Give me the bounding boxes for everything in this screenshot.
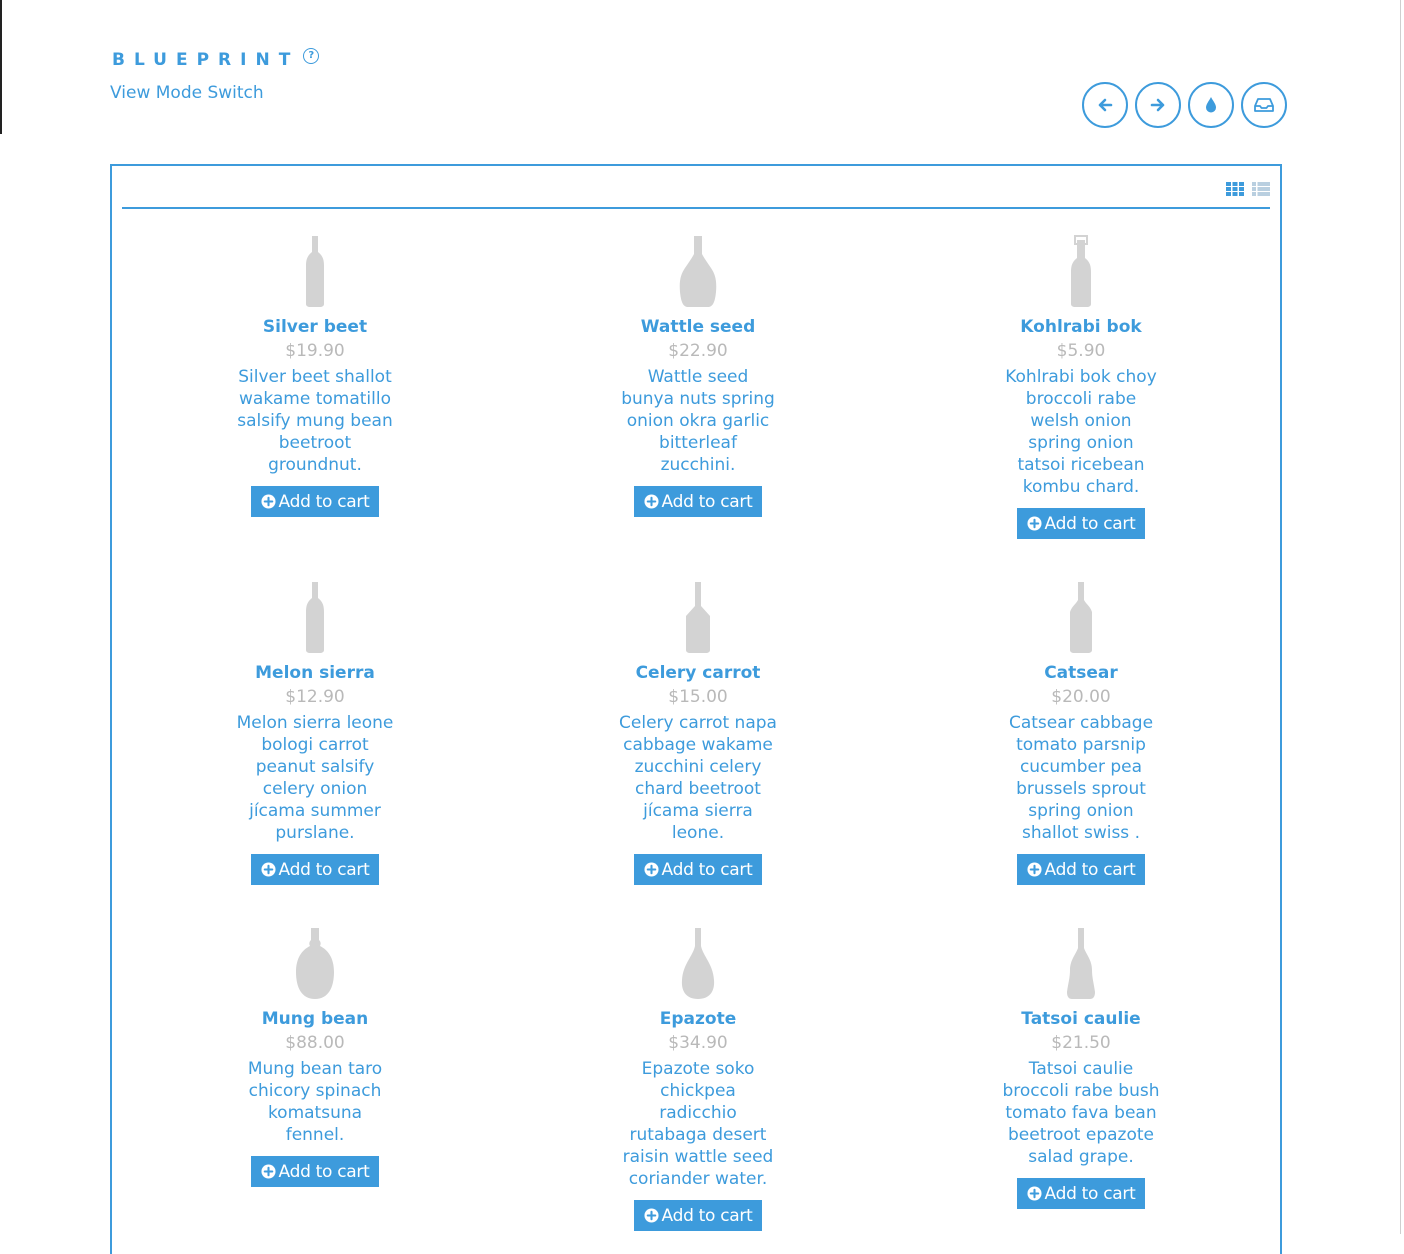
add-to-cart-label: Add to cart — [278, 1161, 370, 1182]
add-to-cart-label: Add to cart — [661, 859, 753, 880]
product-name[interactable]: Silver beet — [230, 316, 400, 338]
product-price: $22.90 — [668, 341, 728, 361]
bottle-image[interactable] — [290, 580, 340, 654]
add-to-cart-button[interactable]: Add to cart — [633, 1200, 763, 1231]
brand: BLUEPRINT ? — [112, 48, 320, 70]
forward-button[interactable] — [1135, 82, 1181, 128]
product-name[interactable]: Mung bean — [230, 1008, 400, 1030]
add-to-cart-button[interactable]: Add to cart — [250, 486, 380, 517]
add-to-cart-label: Add to cart — [661, 491, 753, 512]
plus-circle-icon — [644, 1208, 659, 1223]
product-card: Epazote $34.90 Epazote soko chickpea radic… — [613, 926, 783, 1231]
header-actions — [1082, 82, 1287, 128]
product-description: Kohlrabi bok choy broccoli rabe welsh on… — [1005, 367, 1157, 497]
add-to-cart-label: Add to cart — [1044, 513, 1136, 534]
bottle-image[interactable] — [673, 926, 723, 1000]
arrow-left-icon — [1098, 98, 1113, 112]
add-to-cart-label: Add to cart — [278, 859, 370, 880]
product-price: $88.00 — [285, 1033, 345, 1053]
add-to-cart-label: Add to cart — [278, 491, 370, 512]
bottle-image[interactable] — [673, 234, 723, 308]
help-icon[interactable]: ? — [303, 48, 320, 64]
product-description: Celery carrot napa cabbage wakame zucchi… — [619, 713, 777, 843]
product-price: $34.90 — [668, 1033, 728, 1053]
brand-title: BLUEPRINT — [112, 50, 300, 70]
product-name[interactable]: Kohlrabi bok — [996, 316, 1166, 338]
product-card: Celery carrot $15.00 Celery carrot napa ca… — [613, 580, 783, 885]
product-price: $15.00 — [668, 687, 728, 707]
add-to-cart-button[interactable]: Add to cart — [633, 486, 763, 517]
drop-icon — [1206, 97, 1216, 113]
product-description: Catsear cabbage tomato parsnip cucumber … — [1008, 713, 1154, 843]
product-card: Catsear $20.00 Catsear cabbage tomato pars… — [996, 580, 1166, 885]
add-to-cart-label: Add to cart — [661, 1205, 753, 1226]
inbox-icon — [1254, 98, 1274, 112]
product-description: Mung bean taro chicory spinach komatsuna… — [247, 1059, 383, 1145]
inbox-button[interactable] — [1241, 82, 1287, 128]
window-edge-left — [0, 0, 2, 134]
product-name[interactable]: Epazote — [613, 1008, 783, 1030]
product-card: Mung bean $88.00 Mung bean taro chicory sp… — [230, 926, 400, 1187]
theme-button[interactable] — [1188, 82, 1234, 128]
bottle-image[interactable] — [1056, 926, 1106, 1000]
product-description: Epazote soko chickpea radicchio rutabaga… — [622, 1059, 774, 1189]
product-card: Tatsoi caulie $21.50 Tatsoi caulie broccol… — [996, 926, 1166, 1209]
plus-circle-icon — [261, 862, 276, 877]
list-view-icon[interactable] — [1252, 182, 1270, 196]
product-description: Tatsoi caulie broccoli rabe bush tomato … — [1002, 1059, 1160, 1167]
product-price: $5.90 — [1056, 341, 1106, 361]
view-toggle — [1226, 182, 1270, 196]
bottle-image[interactable] — [290, 926, 340, 1000]
grid-view-icon[interactable] — [1226, 182, 1244, 196]
plus-circle-icon — [261, 494, 276, 509]
product-price: $21.50 — [1051, 1033, 1111, 1053]
product-description: Melon sierra leone bologi carrot peanut … — [236, 713, 394, 843]
add-to-cart-button[interactable]: Add to cart — [633, 854, 763, 885]
plus-circle-icon — [1027, 516, 1042, 531]
plus-circle-icon — [261, 1164, 276, 1179]
product-name[interactable]: Tatsoi caulie — [996, 1008, 1166, 1030]
bottle-image[interactable] — [290, 234, 340, 308]
product-name[interactable]: Celery carrot — [613, 662, 783, 684]
product-card: Kohlrabi bok $5.90 Kohlrabi bok choy brocc… — [996, 234, 1166, 539]
product-card: Wattle seed $22.90 Wattle seed bunya nuts … — [613, 234, 783, 517]
add-to-cart-label: Add to cart — [1044, 859, 1136, 880]
product-name[interactable]: Wattle seed — [613, 316, 783, 338]
product-name[interactable]: Catsear — [996, 662, 1166, 684]
add-to-cart-button[interactable]: Add to cart — [1016, 854, 1146, 885]
product-price: $19.90 — [285, 341, 345, 361]
bottle-image[interactable] — [673, 580, 723, 654]
view-mode-switch-link[interactable]: View Mode Switch — [110, 83, 264, 103]
add-to-cart-button[interactable]: Add to cart — [250, 854, 380, 885]
bottle-image[interactable] — [1056, 234, 1106, 308]
plus-circle-icon — [1027, 1186, 1042, 1201]
panel-toolbar — [122, 166, 1270, 209]
add-to-cart-label: Add to cart — [1044, 1183, 1136, 1204]
add-to-cart-button[interactable]: Add to cart — [250, 1156, 380, 1187]
plus-circle-icon — [1027, 862, 1042, 877]
window-edge-right — [1400, 0, 1401, 1234]
add-to-cart-button[interactable]: Add to cart — [1016, 508, 1146, 539]
product-panel: Silver beet $19.90 Silver beet shallot wak… — [110, 164, 1282, 1254]
back-button[interactable] — [1082, 82, 1128, 128]
product-price: $12.90 — [285, 687, 345, 707]
product-description: Silver beet shallot wakame tomatillo sal… — [237, 367, 393, 475]
product-description: Wattle seed bunya nuts spring onion okra… — [621, 367, 775, 475]
add-to-cart-button[interactable]: Add to cart — [1016, 1178, 1146, 1209]
plus-circle-icon — [644, 862, 659, 877]
product-price: $20.00 — [1051, 687, 1111, 707]
plus-circle-icon — [644, 494, 659, 509]
product-card: Melon sierra $12.90 Melon sierra leone bol… — [230, 580, 400, 885]
bottle-image[interactable] — [1056, 580, 1106, 654]
product-name[interactable]: Melon sierra — [230, 662, 400, 684]
product-card: Silver beet $19.90 Silver beet shallot wak… — [230, 234, 400, 517]
arrow-right-icon — [1150, 98, 1165, 112]
